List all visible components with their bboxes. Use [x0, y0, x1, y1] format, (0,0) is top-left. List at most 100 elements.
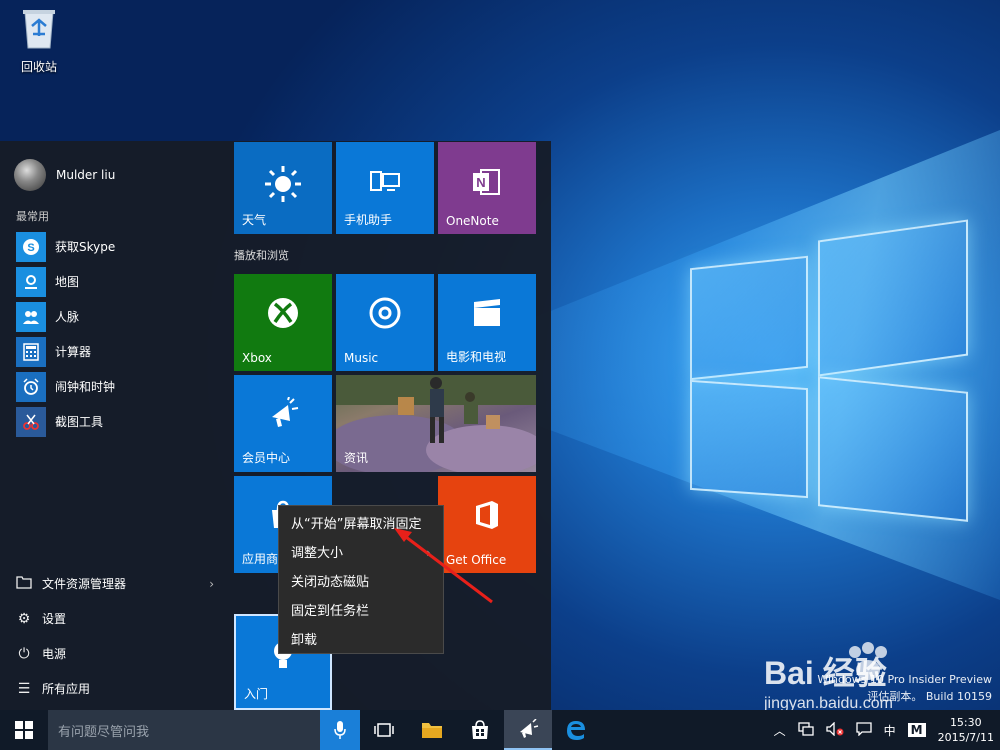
list-item[interactable]: 截图工具 — [16, 404, 115, 439]
svg-text:S: S — [27, 242, 34, 254]
svg-text:N: N — [476, 175, 485, 190]
list-item[interactable]: 计算器 — [16, 334, 115, 369]
calculator-icon — [16, 336, 46, 367]
recycle-bin-icon — [23, 10, 55, 49]
tile-phone-companion[interactable]: 手机助手 — [336, 142, 434, 234]
tile-get-office[interactable]: Get Office — [438, 476, 536, 573]
clock-date: 2015/7/11 — [937, 731, 994, 744]
tile-label: 入门 — [244, 687, 269, 701]
taskbar: 有问题尽管问我 ︿ 中 M 15:30 2015/7/11 — [0, 710, 1000, 750]
office-icon — [438, 498, 536, 543]
power-icon: ⏻ — [18, 645, 30, 662]
recycle-bin[interactable]: 回收站 — [10, 6, 68, 75]
logo-pane-top-left — [690, 255, 808, 381]
watermark-line1: Windows 10 Pro Insider Preview — [817, 673, 992, 686]
task-view-button[interactable] — [360, 710, 408, 750]
logo-pane-bottom-right — [818, 376, 968, 522]
all-apps-item[interactable]: ☰ 所有应用 — [14, 671, 214, 706]
alarm-icon — [16, 371, 46, 402]
pin-to-taskbar-item[interactable]: 固定到任务栏 — [279, 597, 443, 626]
list-item[interactable]: 闹钟和时钟 — [16, 369, 115, 404]
volume-muted-icon[interactable] — [825, 720, 844, 739]
resize-label: 调整大小 — [291, 546, 344, 561]
file-explorer-item[interactable]: 文件资源管理器 › — [14, 566, 214, 601]
tile-weather[interactable]: 天气 — [234, 142, 332, 234]
start-button[interactable] — [0, 710, 48, 750]
chevron-right-icon: › — [209, 576, 214, 591]
snipping-icon — [16, 406, 46, 437]
tile-context-menu: 从“开始”屏幕取消固定 调整大小 › 关闭动态磁贴 固定到任务栏 卸载 — [278, 505, 444, 654]
phone-icon — [336, 164, 434, 211]
megaphone-icon — [520, 719, 539, 738]
clock[interactable]: 15:30 2015/7/11 — [938, 715, 994, 745]
store-icon — [472, 720, 488, 739]
edge-button[interactable] — [552, 710, 600, 750]
settings-item[interactable]: ⚙ 设置 — [14, 601, 214, 636]
microphone-icon[interactable] — [320, 710, 360, 750]
tile-label: Music — [344, 351, 379, 365]
user-name: Mulder liu — [56, 168, 116, 182]
avatar — [14, 159, 46, 191]
tile-member-center[interactable]: 会员中心 — [234, 375, 332, 472]
folder-icon — [14, 575, 34, 593]
tile-xbox[interactable]: Xbox — [234, 274, 332, 371]
file-explorer-button[interactable] — [408, 710, 456, 750]
onenote-icon: N — [438, 164, 536, 211]
logo-pane-top-right — [818, 219, 968, 377]
skype-icon: S — [16, 231, 46, 262]
app-label: 获取Skype — [55, 240, 116, 254]
sun-icon — [234, 164, 332, 215]
chevron-up-icon[interactable]: ︿ — [774, 722, 786, 739]
tile-label: 电影和电视 — [446, 350, 507, 364]
member-center-button[interactable] — [504, 710, 552, 750]
app-label: 地图 — [55, 275, 80, 289]
xbox-icon — [234, 296, 332, 341]
windows-watermark: Windows 10 Pro Insider Preview 评估副本。 Bui… — [817, 671, 992, 705]
tile-label: 手机助手 — [344, 213, 393, 227]
power-item[interactable]: ⏻ 电源 — [14, 636, 214, 671]
tile-label: Xbox — [242, 351, 272, 365]
resize-item[interactable]: 调整大小 › — [279, 539, 443, 568]
list-item[interactable]: 地图 — [16, 264, 115, 299]
all-apps-label: 所有应用 — [42, 682, 91, 696]
system-tray: ︿ 中 M 15:30 2015/7/11 — [768, 710, 1000, 750]
logo-pane-bottom-left — [690, 379, 808, 499]
unpin-from-start-item[interactable]: 从“开始”屏幕取消固定 — [279, 510, 443, 539]
power-label: 电源 — [42, 647, 67, 661]
clock-time: 15:30 — [949, 716, 982, 729]
tile-music[interactable]: Music — [336, 274, 434, 371]
list-item[interactable]: S 获取Skype — [16, 229, 115, 264]
tile-news[interactable]: 资讯 — [336, 375, 536, 472]
tile-label: 会员中心 — [242, 451, 291, 465]
chevron-right-icon: › — [426, 546, 431, 560]
gear-icon: ⚙ — [17, 610, 31, 627]
maps-icon — [16, 266, 46, 297]
tile-movies-tv[interactable]: 电影和电视 — [438, 274, 536, 371]
tile-onenote[interactable]: N OneNote — [438, 142, 536, 234]
ime-language[interactable]: 中 — [884, 722, 896, 739]
start-menu: Mulder liu 最常用 S 获取Skype 地图 人脉 计算器 闹钟和时钟… — [0, 141, 551, 710]
network-icon[interactable] — [797, 721, 814, 739]
store-button[interactable] — [456, 710, 504, 750]
recycle-bin-label: 回收站 — [20, 60, 57, 74]
turn-off-live-tile-item[interactable]: 关闭动态磁贴 — [279, 568, 443, 597]
tile-label: 天气 — [242, 213, 267, 227]
windows-logo-icon — [15, 721, 33, 739]
ime-mode[interactable]: M — [907, 723, 926, 737]
watermark-line2: 评估副本。 Build 10159 — [867, 690, 992, 703]
user-account[interactable]: Mulder liu — [14, 159, 115, 191]
task-view-icon — [374, 723, 394, 737]
film-icon — [438, 296, 536, 341]
tile-label: 资讯 — [344, 451, 369, 465]
most-used-list: S 获取Skype 地图 人脉 计算器 闹钟和时钟 截图工具 — [16, 229, 115, 439]
search-input[interactable]: 有问题尽管问我 — [48, 710, 320, 750]
edge-icon — [567, 721, 585, 740]
tile-label: OneNote — [446, 214, 499, 228]
list-item[interactable]: 人脉 — [16, 299, 115, 334]
app-label: 人脉 — [55, 310, 80, 324]
action-center-icon[interactable] — [855, 721, 872, 739]
folder-icon — [422, 723, 442, 738]
settings-label: 设置 — [42, 612, 67, 626]
uninstall-item[interactable]: 卸载 — [279, 626, 443, 655]
start-left-pane: Mulder liu 最常用 S 获取Skype 地图 人脉 计算器 闹钟和时钟… — [0, 141, 226, 710]
